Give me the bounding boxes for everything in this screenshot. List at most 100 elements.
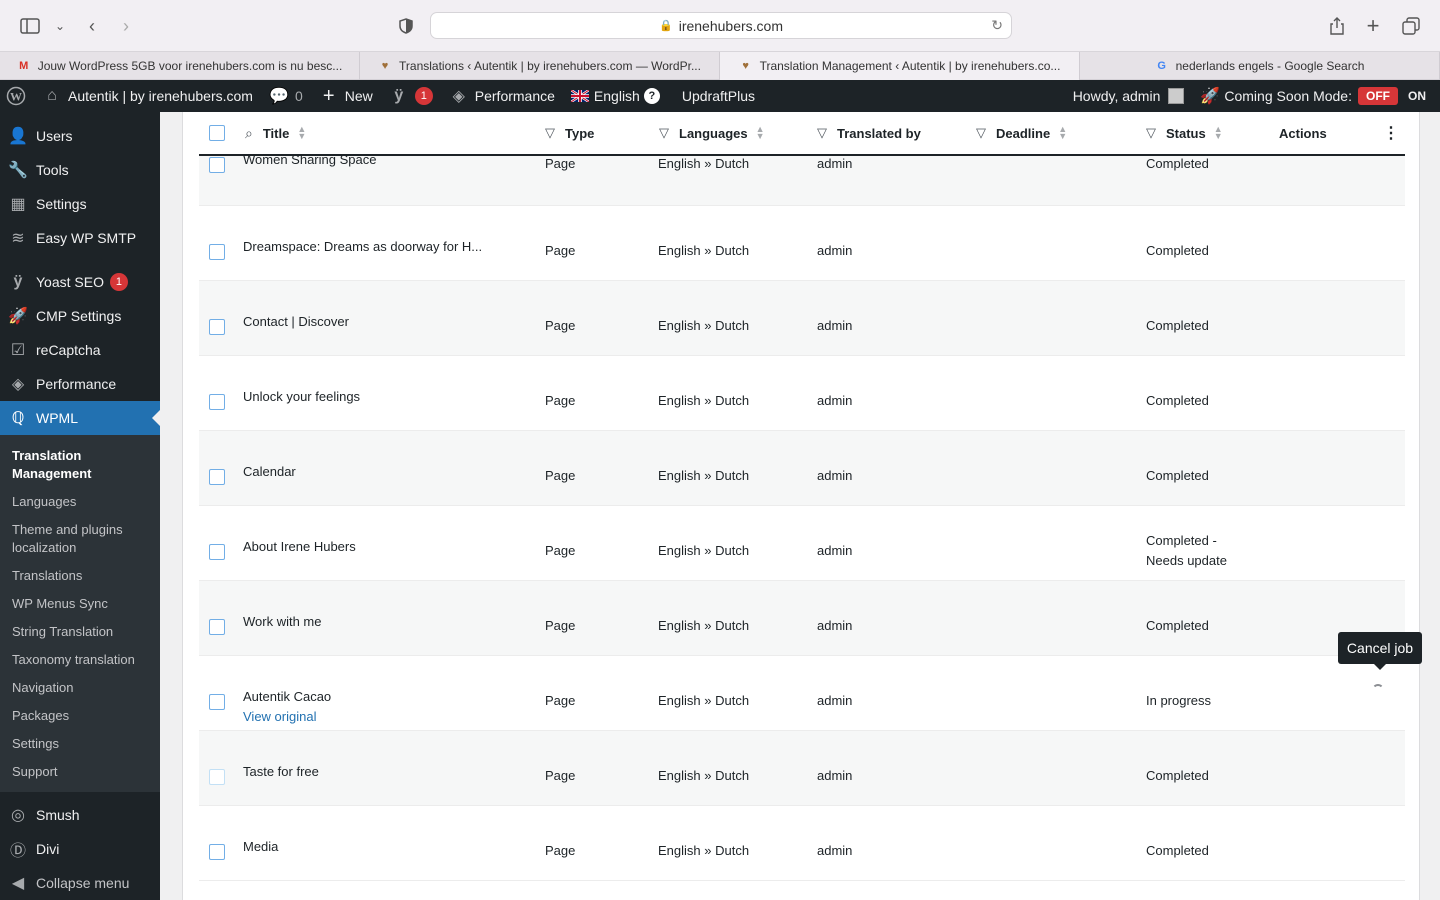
submenu-wp-menus-sync[interactable]: WP Menus Sync bbox=[0, 590, 160, 618]
search-icon[interactable]: ⌕ bbox=[245, 125, 253, 142]
submenu-string-translation[interactable]: String Translation bbox=[0, 618, 160, 646]
language-switcher[interactable]: English ? bbox=[563, 80, 668, 112]
sidebar-item-settings[interactable]: ▦ Settings bbox=[0, 187, 160, 221]
filter-icon[interactable]: ▽ bbox=[545, 125, 555, 141]
submenu-navigation[interactable]: Navigation bbox=[0, 674, 160, 702]
new-content-menu[interactable]: + New bbox=[311, 80, 381, 112]
sidebar-toggle-icon[interactable] bbox=[18, 14, 42, 38]
sidebar-item-easy-wp-smtp[interactable]: ≋ Easy WP SMTP bbox=[0, 221, 160, 255]
browser-tab-google[interactable]: G nederlands engels - Google Search bbox=[1080, 52, 1440, 80]
yoast-menu[interactable]: ÿ 1 bbox=[381, 80, 441, 112]
row-checkbox[interactable] bbox=[209, 544, 225, 560]
column-type[interactable]: ▽ Type bbox=[545, 112, 594, 154]
filter-icon[interactable]: ▽ bbox=[1146, 125, 1156, 141]
browser-tab-translations[interactable]: ♥ Translations ‹ Autentik | by irenehube… bbox=[360, 52, 720, 80]
filter-icon[interactable]: ▽ bbox=[817, 125, 827, 141]
column-translated-by[interactable]: ▽ Translated by bbox=[817, 112, 921, 154]
row-checkbox[interactable] bbox=[209, 319, 225, 335]
updraftplus-menu[interactable]: UpdraftPlus bbox=[668, 80, 763, 112]
row-checkbox[interactable] bbox=[209, 469, 225, 485]
sidebar-item-tools[interactable]: 🔧 Tools bbox=[0, 153, 160, 187]
row-checkbox[interactable] bbox=[209, 157, 225, 173]
filter-icon[interactable]: ▽ bbox=[659, 125, 669, 141]
row-translated-by: admin bbox=[817, 543, 853, 558]
row-status: Completed bbox=[1146, 843, 1209, 858]
tabs-overview-icon[interactable] bbox=[1399, 14, 1423, 38]
sidebar-item-cmp-settings[interactable]: 🚀 CMP Settings bbox=[0, 299, 160, 333]
column-status[interactable]: ▽ Status ▲ ▼ bbox=[1146, 112, 1223, 154]
row-checkbox[interactable] bbox=[209, 769, 225, 785]
chevron-down-icon[interactable]: ⌄ bbox=[48, 14, 72, 38]
row-title[interactable]: About Irene Hubers bbox=[243, 539, 356, 554]
row-translated-by: admin bbox=[817, 768, 853, 783]
wrench-icon: 🔧 bbox=[8, 162, 28, 179]
performance-icon: ◈ bbox=[452, 88, 465, 105]
submenu-settings[interactable]: Settings bbox=[0, 730, 160, 758]
row-checkbox[interactable] bbox=[209, 394, 225, 410]
sort-arrows-icon[interactable]: ▲ ▼ bbox=[1058, 125, 1067, 141]
row-checkbox[interactable] bbox=[209, 844, 225, 860]
row-title[interactable]: Taste for free bbox=[243, 764, 319, 779]
submenu-languages[interactable]: Languages bbox=[0, 488, 160, 516]
select-all-checkbox[interactable] bbox=[209, 125, 225, 141]
row-title[interactable]: Women Sharing Space bbox=[243, 156, 376, 167]
submenu-translation-management[interactable]: Translation Management bbox=[0, 442, 160, 488]
filter-icon[interactable]: ▽ bbox=[976, 125, 986, 141]
column-languages[interactable]: ▽ Languages ▲ ▼ bbox=[659, 112, 765, 154]
submenu-support[interactable]: Support bbox=[0, 758, 160, 786]
submenu-translations[interactable]: Translations bbox=[0, 562, 160, 590]
row-title[interactable]: Unlock your feelings bbox=[243, 389, 360, 404]
sidebar-item-yoast-seo[interactable]: ÿ Yoast SEO 1 bbox=[0, 265, 160, 299]
sort-arrows-icon[interactable]: ▲ ▼ bbox=[756, 125, 765, 141]
sidebar-item-divi[interactable]: Ⓓ Divi bbox=[0, 832, 160, 866]
sidebar-item-recaptcha[interactable]: ☑ reCaptcha bbox=[0, 333, 160, 367]
my-account-menu[interactable]: Howdy, admin bbox=[1065, 80, 1193, 112]
row-checkbox[interactable] bbox=[209, 244, 225, 260]
row-title[interactable]: Contact | Discover bbox=[243, 314, 349, 329]
row-title[interactable]: Media bbox=[243, 839, 278, 854]
row-title[interactable]: Calendar bbox=[243, 464, 296, 479]
column-deadline[interactable]: ▽ Deadline ▲ ▼ bbox=[976, 112, 1067, 154]
row-checkbox[interactable] bbox=[209, 619, 225, 635]
submenu-packages[interactable]: Packages bbox=[0, 702, 160, 730]
sort-arrows-icon[interactable]: ▲ ▼ bbox=[297, 125, 306, 141]
row-type: Page bbox=[545, 243, 576, 258]
new-tab-icon[interactable]: + bbox=[1361, 13, 1385, 38]
comments-menu[interactable]: 💬 0 bbox=[261, 80, 311, 112]
submenu-taxonomy-translation[interactable]: Taxonomy translation bbox=[0, 646, 160, 674]
wp-logo-menu[interactable]: W bbox=[0, 80, 34, 112]
row-title[interactable]: Autentik Cacao bbox=[243, 689, 331, 704]
row-title[interactable]: Dreamspace: Dreams as doorway for H... bbox=[243, 239, 482, 254]
address-bar[interactable]: 🔒 irenehubers.com ↻ bbox=[430, 12, 1012, 39]
sidebar-item-smush[interactable]: ◎ Smush bbox=[0, 798, 160, 832]
row-translated-by: admin bbox=[817, 843, 853, 858]
collapse-menu-button[interactable]: ◀ Collapse menu bbox=[0, 866, 160, 900]
share-icon[interactable] bbox=[1325, 14, 1349, 38]
view-original-link[interactable]: View original bbox=[243, 709, 316, 724]
browser-tab-gmail[interactable]: M Jouw WordPress 5GB voor irenehubers.co… bbox=[0, 52, 360, 80]
site-name-menu[interactable]: ⌂ Autentik | by irenehubers.com bbox=[34, 80, 261, 112]
performance-menu[interactable]: ◈ Performance bbox=[441, 80, 563, 112]
coming-soon-toggle[interactable]: 🚀 Coming Soon Mode: OFF ON bbox=[1192, 80, 1440, 112]
submenu-theme-plugins-localization[interactable]: Theme and plugins localization bbox=[0, 516, 160, 562]
table-row: Taste for free Page English » Dutch admin Co… bbox=[199, 731, 1405, 806]
row-checkbox[interactable] bbox=[209, 694, 225, 710]
forward-icon[interactable]: › bbox=[114, 14, 138, 38]
shield-icon[interactable] bbox=[394, 14, 418, 38]
off-pill[interactable]: OFF bbox=[1358, 87, 1398, 105]
sidebar-item-wpml[interactable]: ℚ WPML bbox=[0, 401, 160, 435]
reload-icon[interactable]: ↻ bbox=[991, 17, 1003, 34]
column-title[interactable]: ⌕ Title ▲ ▼ bbox=[245, 112, 306, 154]
comment-bubble-icon: 💬 bbox=[268, 88, 289, 105]
browser-tab-translation-management[interactable]: ♥ Translation Management ‹ Autentik | by… bbox=[720, 52, 1080, 80]
sort-arrows-icon[interactable]: ▲ ▼ bbox=[1214, 125, 1223, 141]
column-status-label: Status bbox=[1166, 125, 1206, 141]
on-label[interactable]: ON bbox=[1408, 89, 1426, 103]
wp-admin-bar: W ⌂ Autentik | by irenehubers.com 💬 0 + … bbox=[0, 80, 1440, 112]
row-title[interactable]: Work with me bbox=[243, 614, 322, 629]
sidebar-item-performance[interactable]: ◈ Performance bbox=[0, 367, 160, 401]
sidebar-item-users[interactable]: 👤 Users bbox=[0, 119, 160, 153]
google-icon: G bbox=[1157, 60, 1166, 72]
column-options-icon[interactable]: ⋮ bbox=[1383, 112, 1399, 154]
back-icon[interactable]: ‹ bbox=[80, 14, 104, 38]
